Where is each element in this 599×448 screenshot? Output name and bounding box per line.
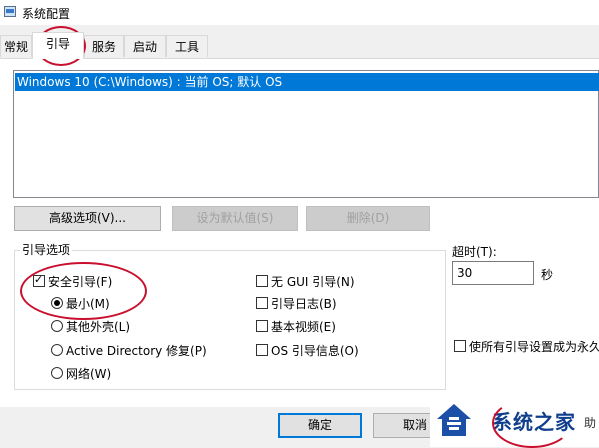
base-video-checkbox[interactable] (256, 320, 268, 332)
watermark-trailing: 助 (584, 416, 597, 430)
tab-tools[interactable]: 工具 (166, 35, 208, 57)
alternate-shell-label: 其他外壳(L) (66, 320, 131, 334)
make-permanent-label: 使所有引导设置成为永久 (469, 340, 599, 354)
tab-services[interactable]: 服务 (84, 35, 124, 57)
base-video-label: 基本视频(E) (271, 320, 336, 334)
annotation-circle-safe-boot (20, 262, 147, 320)
boot-entry-windows10[interactable]: Windows 10 (C:\Windows) : 当前 OS; 默认 OS (15, 73, 599, 91)
no-gui-boot-checkbox[interactable] (256, 275, 268, 287)
active-directory-radio[interactable] (51, 344, 63, 356)
tab-general[interactable]: 常规 (0, 35, 32, 57)
network-radio[interactable] (51, 367, 63, 379)
annotation-circle-ok (492, 398, 572, 448)
alternate-shell-radio[interactable] (51, 320, 63, 332)
tab-startup[interactable]: 启动 (124, 35, 166, 57)
system-config-icon (4, 6, 16, 17)
boot-log-label: 引导日志(B) (271, 297, 337, 311)
os-boot-info-label: OS 引导信息(O) (271, 344, 359, 358)
delete-button[interactable]: 删除(D) (306, 206, 430, 231)
os-boot-info-checkbox[interactable] (256, 344, 268, 356)
network-label: 网络(W) (66, 367, 112, 381)
timeout-label: 超时(T): (452, 245, 497, 259)
window-title: 系统配置 (22, 7, 71, 21)
advanced-options-button[interactable]: 高级选项(V)... (14, 206, 161, 231)
house-logo-icon (437, 404, 471, 436)
set-default-button[interactable]: 设为默认值(S) (172, 206, 298, 231)
boot-log-checkbox[interactable] (256, 297, 268, 309)
active-directory-label: Active Directory 修复(P) (66, 344, 207, 358)
title-bar (0, 0, 599, 25)
timeout-unit: 秒 (541, 268, 554, 282)
ok-button[interactable]: 确定 (278, 413, 362, 438)
make-permanent-checkbox[interactable] (454, 340, 466, 352)
boot-entries-list[interactable]: Windows 10 (C:\Windows) : 当前 OS; 默认 OS (13, 70, 599, 198)
tab-boot[interactable]: 引导 (32, 32, 84, 59)
timeout-input[interactable]: 30 (452, 261, 534, 285)
boot-options-title: 引导选项 (20, 241, 73, 258)
no-gui-boot-label: 无 GUI 引导(N) (271, 275, 355, 289)
